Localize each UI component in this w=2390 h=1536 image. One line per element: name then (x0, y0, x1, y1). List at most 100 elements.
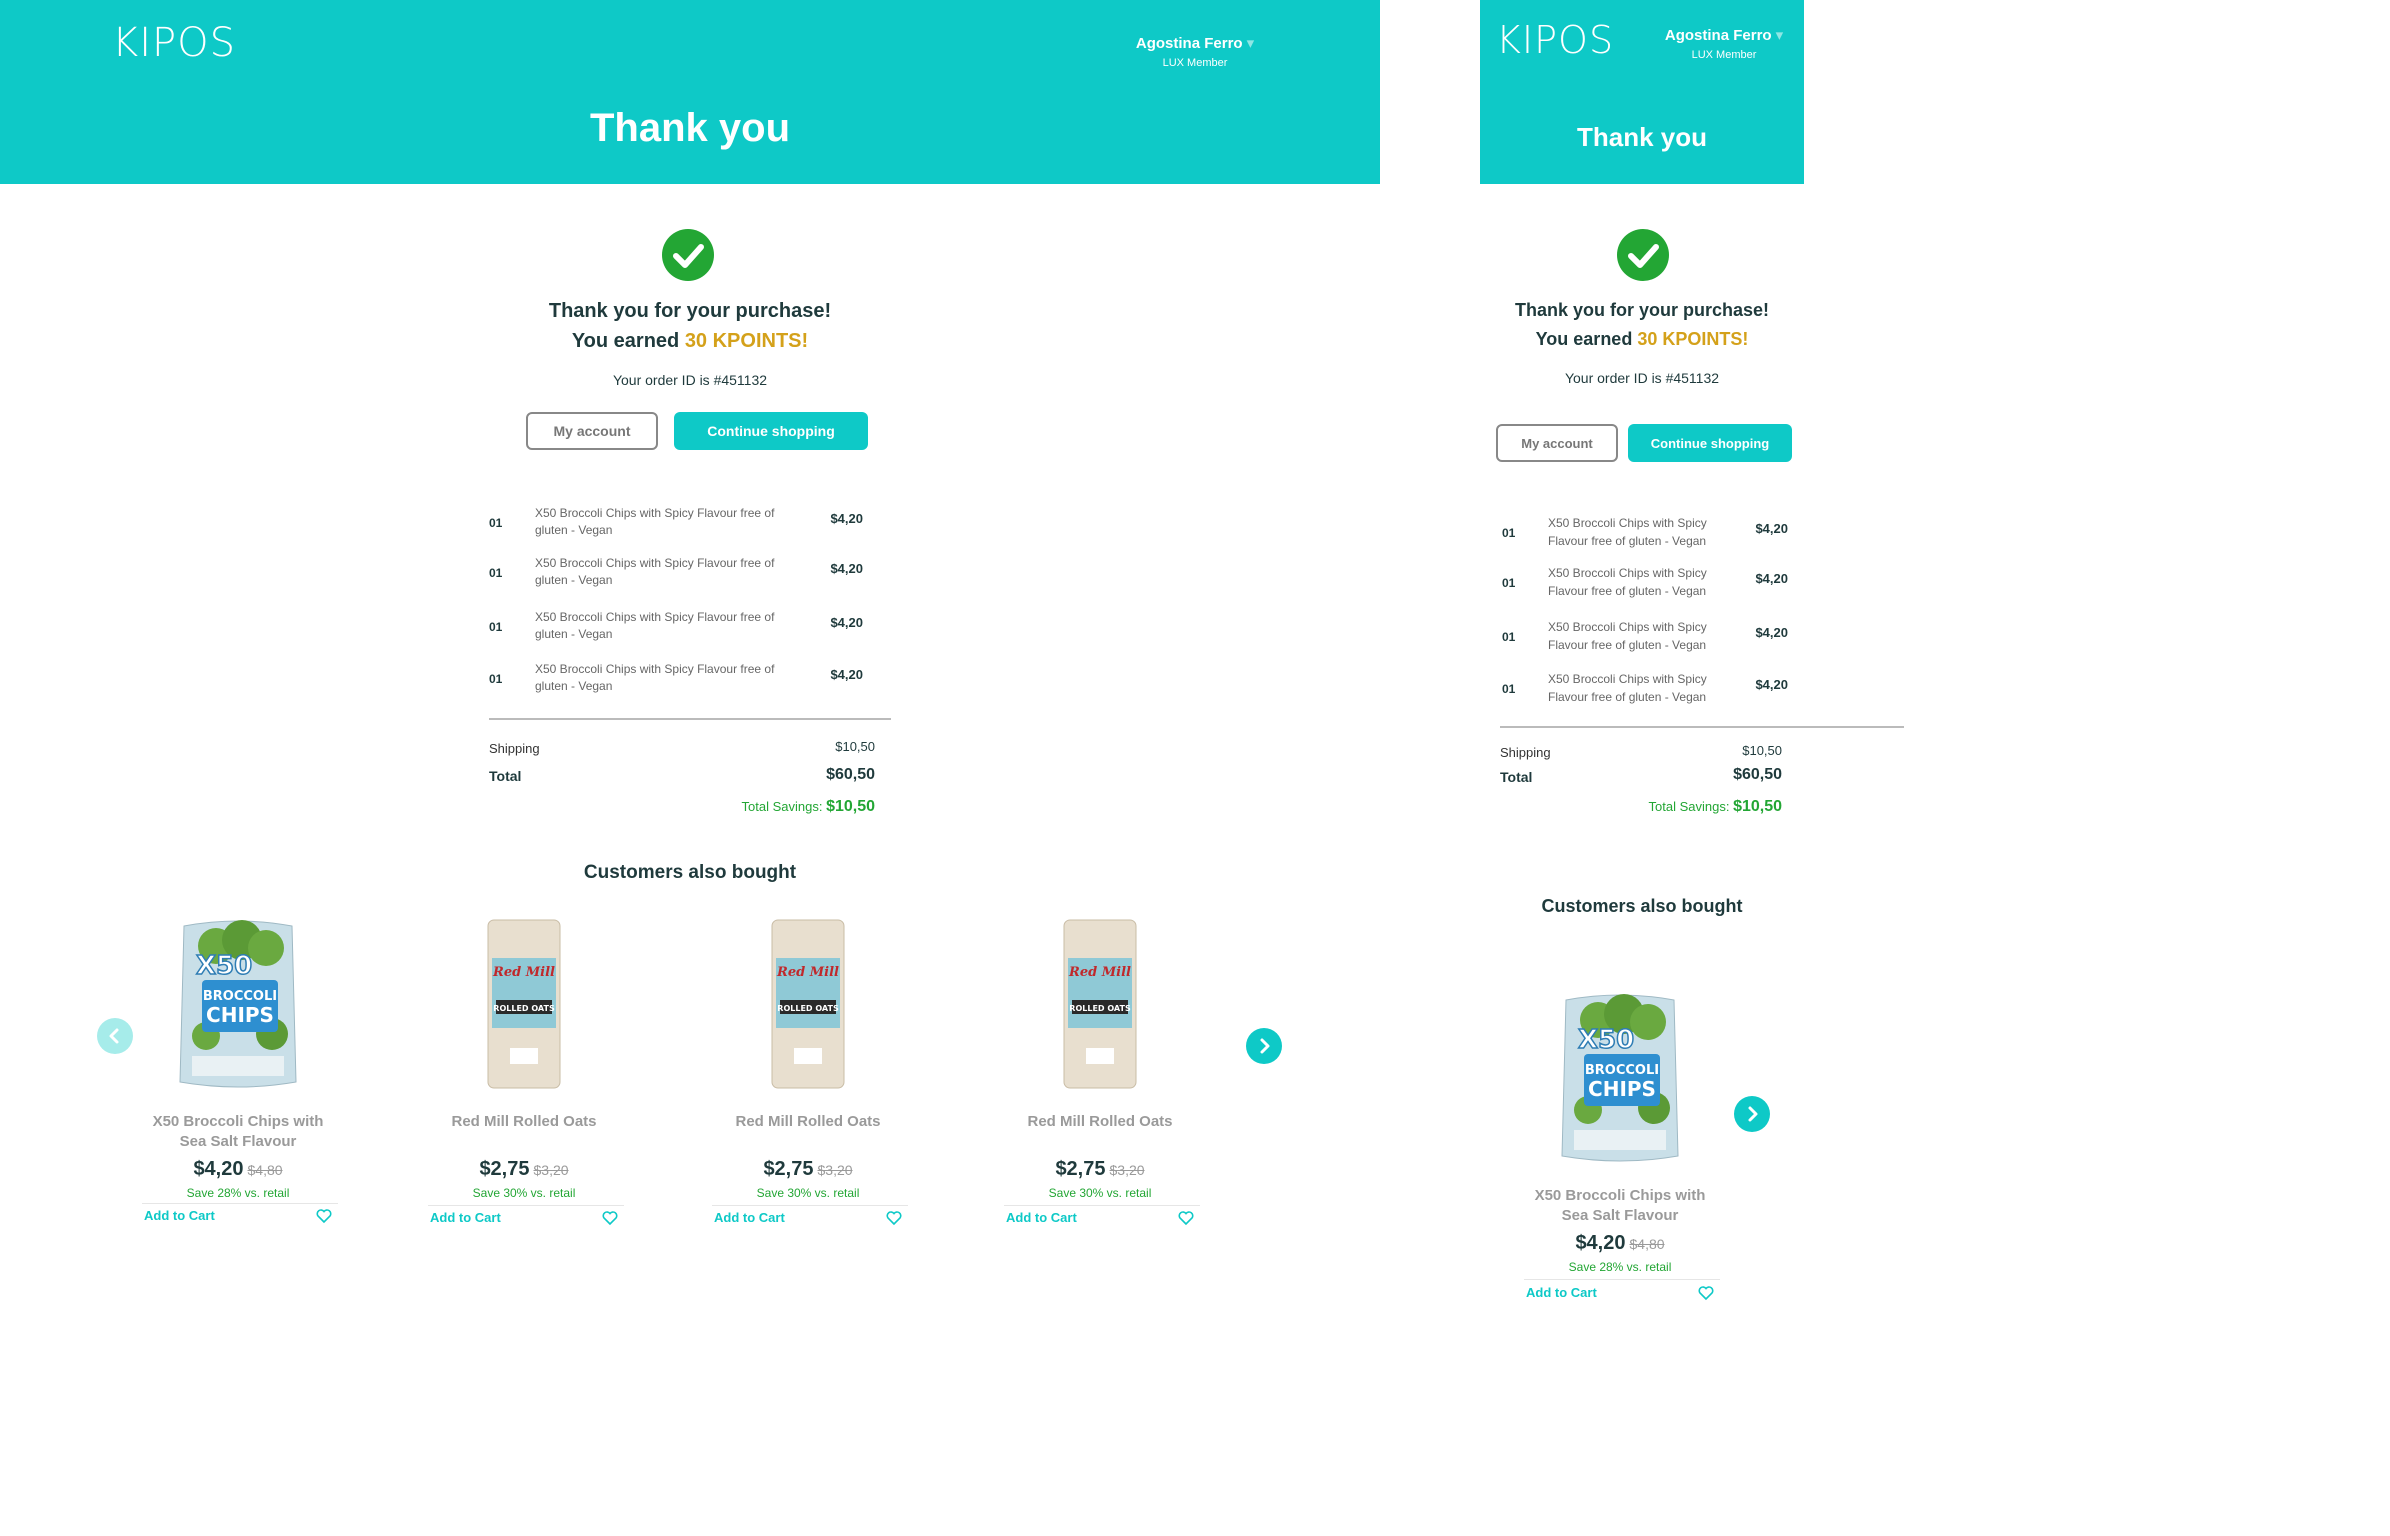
item-qty: 01 (489, 672, 503, 686)
recommend-title: Customers also bought (583, 862, 797, 883)
product-savings: Save 28% vs. retail (1568, 1260, 1672, 1274)
product-name[interactable]: X50 Broccoli Chips with Sea Salt Flavour (1520, 1186, 1720, 1226)
svg-text:BROCCOLI: BROCCOLI (203, 989, 277, 1004)
points-value: 30 KPOINTS! (684, 330, 809, 352)
shipping-value: $10,50 (835, 739, 875, 754)
success-check-icon (1617, 229, 1669, 281)
total-value: $60,50 (1733, 766, 1782, 783)
svg-text:Red Mill: Red Mill (492, 965, 555, 980)
price-old: $3,20 (1109, 1162, 1145, 1178)
product-price: $2,75 $3,20 (708, 1158, 908, 1181)
product-price: $2,75 $3,20 (1000, 1158, 1200, 1181)
product-price: $4,20 $4,80 (1520, 1232, 1720, 1255)
shipping-label: Shipping (1500, 745, 1551, 760)
thank-you-message: Thank you for your purchase! (548, 300, 832, 322)
shipping-value: $10,50 (1742, 743, 1782, 758)
item-desc: X50 Broccoli Chips with Spicy Flavour fr… (1548, 566, 1707, 598)
heart-icon[interactable] (316, 1208, 332, 1224)
add-to-cart-button[interactable]: Add to Cart (1006, 1210, 1077, 1225)
continue-shopping-button[interactable]: Continue shopping (1628, 424, 1792, 462)
svg-text:X50: X50 (196, 951, 252, 981)
total-label: Total (1500, 769, 1533, 785)
mobile-header: KIPOS Agostina Ferro ▾ LUX Member Thank y… (1480, 0, 1804, 184)
kipos-logo[interactable]: KIPOS (1496, 18, 1614, 62)
carousel-next-button[interactable] (1734, 1096, 1770, 1132)
price-old: $3,20 (533, 1162, 569, 1178)
price-current: $4,20 (1575, 1232, 1626, 1254)
savings-value: $10,50 (826, 798, 875, 815)
product-card[interactable]: Red Mill ROLLED OATS Red Mill Rolled Oat… (1000, 912, 1200, 1234)
item-qty: 01 (489, 620, 503, 634)
product-price: $2,75 $3,20 (424, 1158, 624, 1181)
kipos-logo[interactable]: KIPOS (112, 20, 236, 66)
savings-label: Total Savings: (741, 799, 827, 814)
order-item: 01 X50 Broccoli Chips with Spicy Flavour… (489, 606, 879, 646)
product-name[interactable]: Red Mill Rolled Oats (1000, 1112, 1200, 1132)
product-name[interactable]: Red Mill Rolled Oats (424, 1112, 624, 1132)
price-old: $4,80 (1629, 1236, 1665, 1252)
total-value: $60,50 (826, 766, 875, 783)
user-menu[interactable]: Agostina Ferro ▾ LUX Member (1120, 34, 1270, 69)
thank-you-message: Thank you for your purchase! (1514, 300, 1770, 320)
rolled-oats-bag-image: Red Mill ROLLED OATS (771, 919, 845, 1089)
chevron-left-icon (109, 1028, 119, 1044)
add-to-cart-button[interactable]: Add to Cart (430, 1210, 501, 1225)
savings-value: $10,50 (1733, 798, 1782, 815)
add-to-cart-button[interactable]: Add to Cart (714, 1210, 785, 1225)
order-item: 01 X50 Broccoli Chips with Spicy Flavour… (1502, 616, 1802, 656)
product-savings: Save 30% vs. retail (472, 1186, 576, 1200)
heart-icon[interactable] (1178, 1210, 1194, 1226)
desktop-frame: KIPOS Agostina Ferro ▾ LUX Member Thank y… (0, 0, 1380, 1536)
add-to-cart-button[interactable]: Add to Cart (144, 1208, 215, 1223)
price-old: $3,20 (817, 1162, 853, 1178)
svg-text:BROCCOLI: BROCCOLI (1585, 1063, 1659, 1078)
divider (1524, 1279, 1720, 1280)
carousel-prev-button[interactable] (97, 1018, 133, 1054)
divider (489, 718, 891, 720)
heart-icon[interactable] (886, 1210, 902, 1226)
carousel-next-button[interactable] (1246, 1028, 1282, 1064)
savings-label: Total Savings: (1648, 799, 1734, 814)
item-price: $4,20 (830, 615, 863, 630)
item-qty: 01 (489, 516, 503, 530)
heart-icon[interactable] (602, 1210, 618, 1226)
svg-text:ROLLED OATS: ROLLED OATS (1069, 1004, 1131, 1013)
item-qty: 01 (1502, 630, 1516, 644)
divider (712, 1205, 908, 1206)
item-desc: X50 Broccoli Chips with Spicy Flavour fr… (1548, 620, 1707, 652)
chevron-down-icon: ▾ (1775, 27, 1784, 44)
user-menu[interactable]: Agostina Ferro ▾ LUX Member (1654, 26, 1794, 61)
price-current: $2,75 (763, 1158, 814, 1180)
item-price: $4,20 (830, 511, 863, 526)
my-account-button[interactable]: My account (526, 412, 658, 450)
product-card[interactable]: Red Mill ROLLED OATS Red Mill Rolled Oat… (424, 912, 624, 1234)
divider (1500, 726, 1904, 728)
item-desc: X50 Broccoli Chips with Spicy Flavour fr… (1548, 672, 1707, 704)
my-account-button[interactable]: My account (1496, 424, 1618, 462)
order-item: 01 X50 Broccoli Chips with Spicy Flavour… (1502, 512, 1802, 552)
product-card[interactable]: X50 BROCCOLI CHIPS X50 Broccoli Chips wi… (1520, 986, 1720, 1316)
item-price: $4,20 (830, 561, 863, 576)
item-qty: 01 (1502, 526, 1516, 540)
add-to-cart-button[interactable]: Add to Cart (1526, 1285, 1597, 1300)
item-desc: X50 Broccoli Chips with Spicy Flavour fr… (535, 662, 775, 693)
item-price: $4,20 (1755, 521, 1788, 536)
heart-icon[interactable] (1698, 1285, 1714, 1301)
order-item: 01 X50 Broccoli Chips with Spicy Flavour… (1502, 562, 1802, 602)
svg-text:Red Mill: Red Mill (1068, 965, 1131, 980)
product-card[interactable]: Red Mill ROLLED OATS Red Mill Rolled Oat… (708, 912, 908, 1234)
points-prefix: You earned (1535, 329, 1638, 349)
divider (428, 1205, 624, 1206)
price-old: $4,80 (247, 1162, 283, 1178)
product-name[interactable]: X50 Broccoli Chips with Sea Salt Flavour (138, 1112, 338, 1152)
order-id: Your order ID is #451132 (1564, 370, 1720, 386)
svg-text:CHIPS: CHIPS (1588, 1077, 1656, 1101)
item-desc: X50 Broccoli Chips with Spicy Flavour fr… (1548, 516, 1707, 548)
continue-shopping-button[interactable]: Continue shopping (674, 412, 868, 450)
order-item: 01 X50 Broccoli Chips with Spicy Flavour… (489, 658, 879, 698)
product-name[interactable]: Red Mill Rolled Oats (708, 1112, 908, 1132)
product-card[interactable]: X50 BROCCOLI CHIPS X50 Broccoli Chips wi… (138, 912, 338, 1234)
rolled-oats-bag-image: Red Mill ROLLED OATS (1063, 919, 1137, 1089)
order-item: 01 X50 Broccoli Chips with Spicy Flavour… (489, 552, 879, 592)
svg-text:ROLLED OATS: ROLLED OATS (493, 1004, 555, 1013)
